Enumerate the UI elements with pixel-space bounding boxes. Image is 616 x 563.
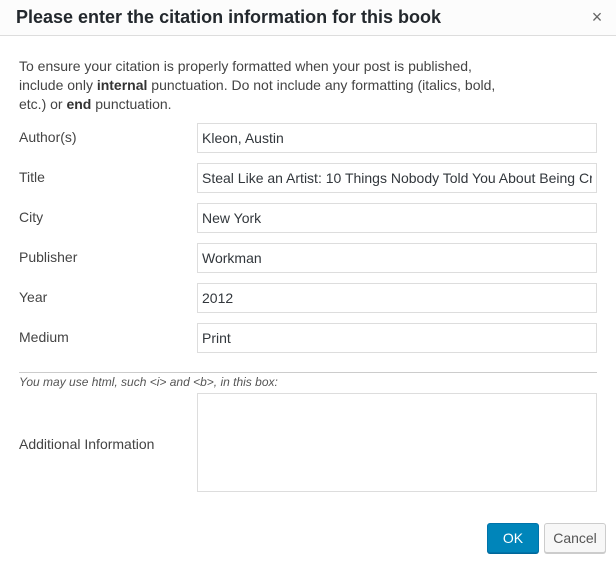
medium-row: Medium xyxy=(0,323,616,353)
ok-button[interactable]: OK xyxy=(487,523,539,553)
instructions-part3: punctuation. xyxy=(91,96,172,112)
city-input[interactable] xyxy=(197,203,597,233)
year-label: Year xyxy=(19,289,48,305)
dialog-title: Please enter the citation information fo… xyxy=(16,7,442,27)
author-row: Author(s) xyxy=(0,123,616,153)
author-label: Author(s) xyxy=(19,129,77,145)
city-row: City xyxy=(0,203,616,233)
html-hint: You may use html, such <i> and <b>, in t… xyxy=(19,375,278,389)
instructions-bold-end: end xyxy=(66,96,92,112)
medium-input[interactable] xyxy=(197,323,597,353)
publisher-row: Publisher xyxy=(0,243,616,273)
close-icon[interactable]: × xyxy=(586,6,608,28)
year-input[interactable] xyxy=(197,283,597,313)
title-label: Title xyxy=(19,169,45,185)
additional-info-label: Additional Information xyxy=(19,436,155,452)
medium-label: Medium xyxy=(19,329,69,345)
year-row: Year xyxy=(0,283,616,313)
publisher-label: Publisher xyxy=(19,249,78,265)
cancel-button[interactable]: Cancel xyxy=(544,523,606,553)
citation-dialog: Please enter the citation information fo… xyxy=(0,0,616,563)
instructions-text: To ensure your citation is properly form… xyxy=(19,57,519,114)
city-label: City xyxy=(19,209,44,225)
section-divider xyxy=(19,372,597,373)
instructions-bold-internal: internal xyxy=(96,77,148,93)
publisher-input[interactable] xyxy=(197,243,597,273)
title-row: Title xyxy=(0,163,616,193)
dialog-titlebar: Please enter the citation information fo… xyxy=(0,0,616,36)
additional-info-textarea[interactable] xyxy=(197,393,597,492)
title-input[interactable] xyxy=(197,163,597,193)
author-input[interactable] xyxy=(197,123,597,153)
